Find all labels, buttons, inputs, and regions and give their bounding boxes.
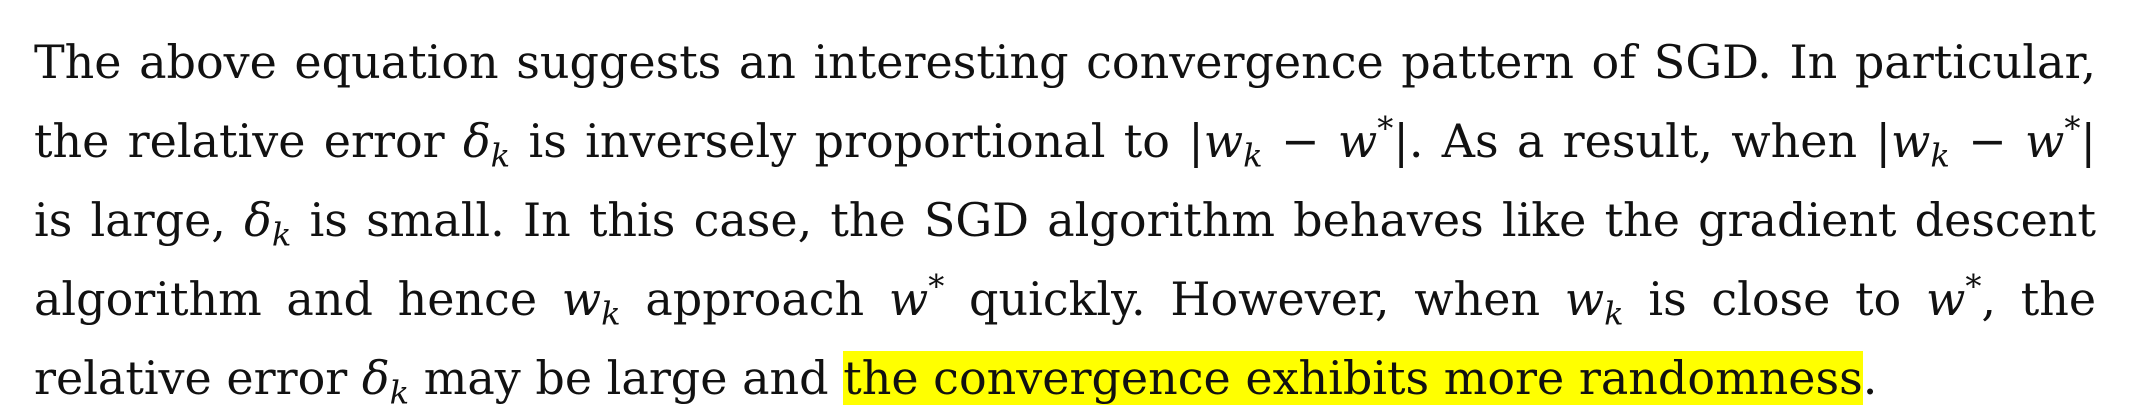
math-delta-k: δk xyxy=(462,114,511,175)
math-delta-k: δk xyxy=(244,193,292,254)
line-4-text-c: quickly. However, when xyxy=(969,272,1541,326)
line-3-text-b: is small. In this case, the SGD algorith… xyxy=(309,193,2097,247)
text-line-2: the relative error δk is inversely propo… xyxy=(34,101,2096,181)
math-abs-wk-minus-wstar-2: |wk − w*| xyxy=(1875,109,2097,175)
line-5-period: . xyxy=(1862,351,1878,405)
line-2-text-a: the relative error xyxy=(34,114,445,168)
text-line-3: is large, δk is small. In this case, the… xyxy=(34,180,2096,260)
line-4-text-d: is close to xyxy=(1648,272,1902,326)
text-line-4: algorithm and hence wk approach w* quick… xyxy=(34,259,2096,339)
highlighted-text: the convergence exhibits more randomness xyxy=(843,351,1863,405)
line-5-text-b: may be large and xyxy=(423,351,829,405)
math-w-k: wk xyxy=(1564,272,1624,333)
line-4-text-e: , the xyxy=(1981,272,2097,326)
line-3-text-a: is large, xyxy=(34,193,226,247)
math-w-star: w* xyxy=(1925,267,1982,326)
math-delta-k: δk xyxy=(361,351,410,412)
line-2-text-c: . As a result, when xyxy=(1408,114,1858,168)
document-page: The above equation suggests an interesti… xyxy=(34,0,2096,416)
line-4-text-b: approach xyxy=(645,272,865,326)
math-w-k: wk xyxy=(561,272,621,333)
line-2-text-b: is inversely proportional to xyxy=(528,114,1170,168)
text-line-1: The above equation suggests an interesti… xyxy=(34,22,2096,102)
math-abs-wk-minus-wstar-1: |wk − w*| xyxy=(1188,109,1409,175)
line-1-text: The above equation suggests an interesti… xyxy=(34,35,2096,89)
line-4-text-a: algorithm and hence xyxy=(34,272,538,326)
text-line-5: relative error δk may be large and the c… xyxy=(34,338,2096,418)
line-5-text-a: relative error xyxy=(34,351,348,405)
math-w-star: w* xyxy=(888,267,945,326)
